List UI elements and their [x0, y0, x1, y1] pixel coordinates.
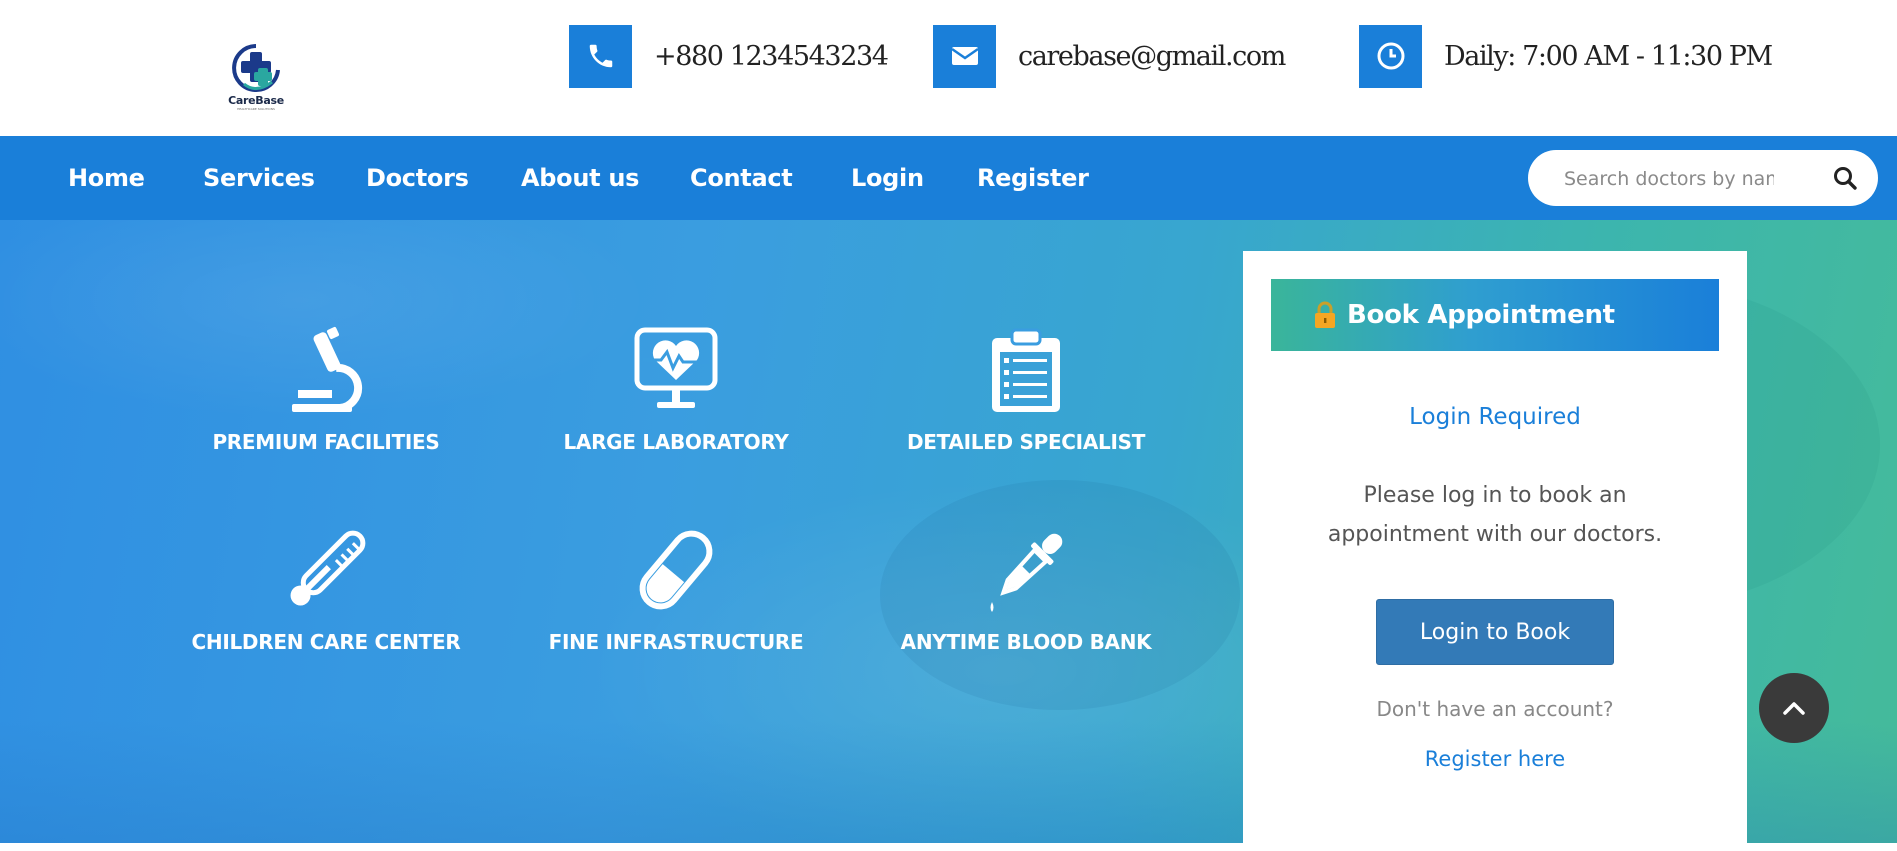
register-here-link[interactable]: Register here — [1243, 747, 1747, 771]
feature-label: ANYTIME BLOOD BANK — [900, 630, 1152, 654]
nav-login[interactable]: Login — [851, 136, 924, 220]
appointment-card: Book Appointment Login Required Please l… — [1243, 251, 1747, 851]
brand-logo[interactable]: CareBase HEALTHCARE SOLUTIONS — [218, 40, 294, 120]
feature-anytime-blood-bank: ANYTIME BLOOD BANK — [876, 526, 1176, 654]
feature-label: PREMIUM FACILITIES — [212, 430, 440, 454]
feature-fine-infrastructure: FINE INFRASTRUCTURE — [526, 526, 826, 654]
contact-email: carebase@gmail.com — [933, 24, 1286, 88]
brand-tagline: HEALTHCARE SOLUTIONS — [237, 107, 275, 111]
nav-register[interactable]: Register — [977, 136, 1089, 220]
microscope-icon — [292, 327, 363, 412]
search-input[interactable] — [1562, 164, 1776, 194]
feature-label: CHILDREN CARE CENTER — [191, 630, 461, 654]
feature-label: DETAILED SPECIALIST — [906, 430, 1146, 454]
feature-label: FINE INFRASTRUCTURE — [548, 630, 804, 654]
main-navigation: Home Services Doctors About us Contact L… — [0, 136, 1897, 220]
opening-hours: Daily: 7:00 AM - 11:30 PM — [1444, 40, 1773, 72]
dropper-icon — [990, 533, 1063, 612]
email-address: carebase@gmail.com — [1018, 40, 1286, 72]
contact-phone: +880 1234543234 — [569, 24, 889, 88]
appointment-title: Book Appointment — [1347, 300, 1615, 330]
envelope-icon — [933, 24, 996, 88]
nav-doctors[interactable]: Doctors — [366, 136, 469, 220]
phone-icon — [569, 24, 632, 88]
brand-name: CareBase — [228, 94, 284, 107]
logo-cross-icon — [232, 44, 280, 92]
top-header: CareBase HEALTHCARE SOLUTIONS +880 12345… — [0, 0, 1897, 136]
appointment-card-header: Book Appointment — [1271, 279, 1719, 351]
clipboard-icon — [992, 328, 1060, 412]
feature-premium-facilities: PREMIUM FACILITIES — [176, 326, 476, 454]
feature-detailed-specialist: DETAILED SPECIALIST — [876, 326, 1176, 454]
nav-services[interactable]: Services — [203, 136, 315, 220]
heart-monitor-icon — [634, 327, 718, 408]
chevron-up-icon — [1783, 702, 1805, 715]
nav-contact[interactable]: Contact — [690, 136, 793, 220]
pill-icon — [639, 530, 713, 610]
doctor-search-box — [1528, 150, 1878, 206]
phone-number: +880 1234543234 — [654, 40, 889, 72]
clock-icon — [1359, 24, 1422, 88]
nav-about-us[interactable]: About us — [521, 136, 639, 220]
no-account-text: Don't have an account? — [1376, 697, 1614, 721]
contact-hours: Daily: 7:00 AM - 11:30 PM — [1359, 24, 1773, 88]
search-icon[interactable] — [1832, 165, 1858, 191]
scroll-to-top-button[interactable] — [1759, 673, 1829, 743]
login-required-text: Login Required — [1409, 404, 1581, 430]
login-to-book-button[interactable]: Login to Book — [1376, 599, 1614, 665]
login-message: Please log in to book an appointment wit… — [1327, 483, 1663, 547]
feature-large-laboratory: LARGE LABORATORY — [526, 326, 826, 454]
nav-home[interactable]: Home — [68, 136, 145, 220]
feature-children-care-center: CHILDREN CARE CENTER — [176, 526, 476, 654]
feature-label: LARGE LABORATORY — [563, 430, 789, 454]
lock-icon — [1315, 301, 1335, 328]
thermometer-icon — [290, 530, 366, 606]
